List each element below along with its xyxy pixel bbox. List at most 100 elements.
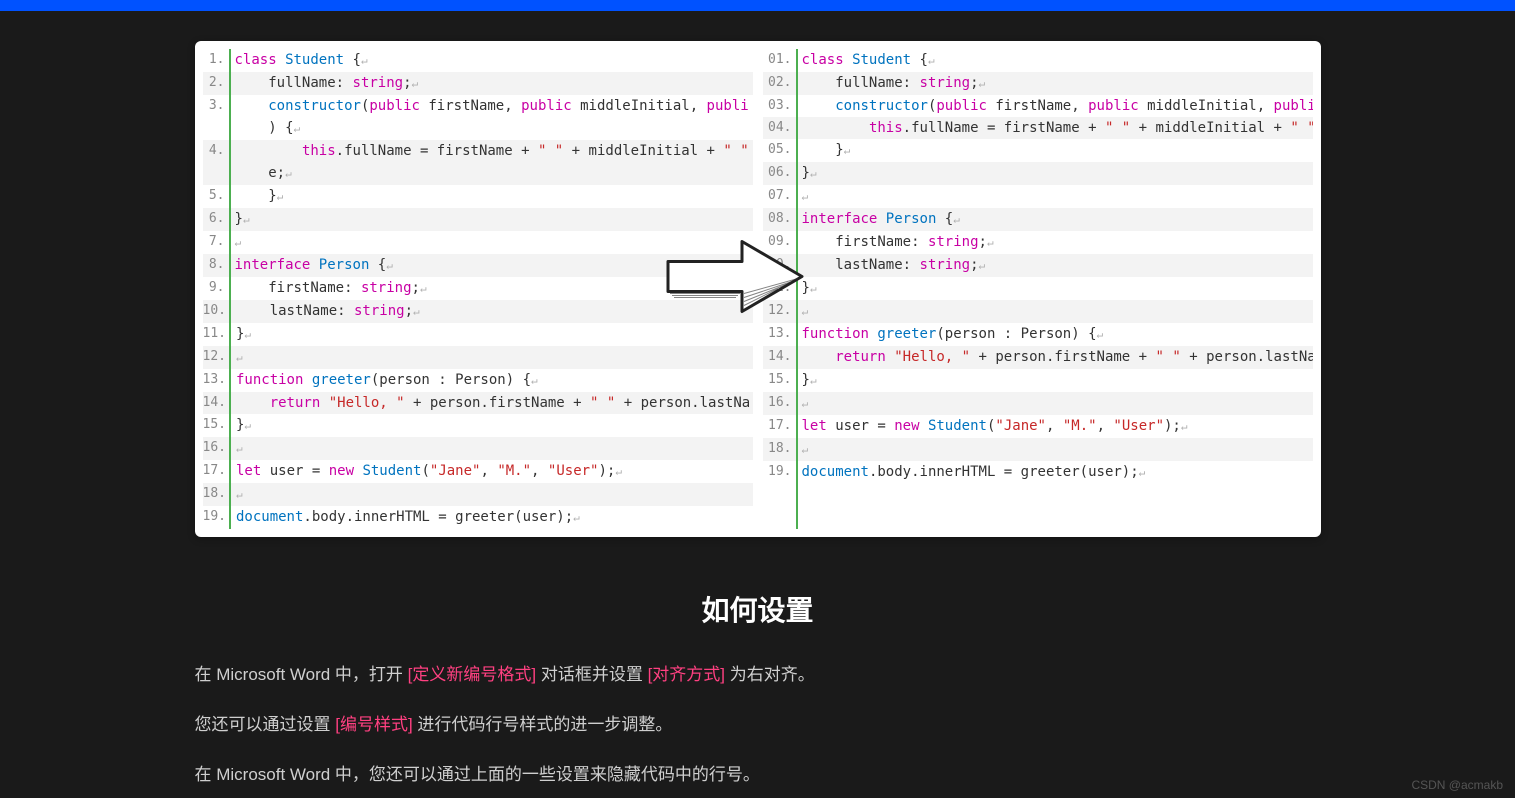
line-number: 02. — [763, 72, 796, 94]
line-number: 16. — [763, 392, 796, 414]
line-number: 8. — [203, 254, 229, 276]
code-line: 2. fullName: string;↵ — [203, 72, 753, 95]
code-line: 11.}↵ — [763, 277, 1313, 300]
line-number: 15. — [203, 414, 230, 436]
line-number: 09. — [763, 231, 796, 253]
code-text: }↵ — [796, 369, 817, 392]
code-line: 9. firstName: string;↵ — [203, 277, 753, 300]
code-text: ↵ — [230, 346, 243, 369]
line-number: 19. — [763, 461, 796, 483]
code-text: function greeter(person : Person) {↵ — [796, 323, 1104, 346]
line-number: 13. — [203, 369, 230, 391]
code-line: 13.function greeter(person : Person) {↵ — [203, 369, 753, 392]
code-text: return "Hello, " + person.firstName + " … — [230, 392, 750, 414]
code-text: e;↵ — [229, 162, 292, 185]
code-line: 17.let user = new Student("Jane", "M.", … — [763, 415, 1313, 438]
code-line: 19.document.body.innerHTML = greeter(use… — [763, 461, 1313, 484]
line-number: 6. — [203, 208, 229, 230]
code-pane-left: 1.class Student {↵2. fullName: string;↵3… — [203, 49, 753, 529]
code-line: 17.let user = new Student("Jane", "M.", … — [203, 460, 753, 483]
code-line: 19.document.body.innerHTML = greeter(use… — [203, 506, 753, 529]
line-number: 08. — [763, 208, 796, 230]
code-text: class Student {↵ — [796, 49, 935, 72]
paragraph-1: 在 Microsoft Word 中，打开 [定义新编号格式] 对话框并设置 [… — [195, 661, 1321, 689]
code-line: 05. }↵ — [763, 139, 1313, 162]
section-heading: 如何设置 — [195, 589, 1321, 629]
code-line: 18.↵ — [203, 483, 753, 506]
code-text: fullName: string;↵ — [229, 72, 419, 95]
line-number: 05. — [763, 139, 796, 161]
code-text: return "Hello, " + person.firstName + " … — [796, 346, 1313, 369]
code-line: 16.↵ — [203, 437, 753, 460]
code-line: 8.interface Person {↵ — [203, 254, 753, 277]
line-number: 13. — [763, 323, 796, 345]
code-line: 03. constructor(public firstName, public… — [763, 95, 1313, 117]
code-line: 7.↵ — [203, 231, 753, 254]
code-line: 12.↵ — [763, 300, 1313, 323]
code-line: 16.↵ — [763, 392, 1313, 415]
code-text: interface Person {↵ — [229, 254, 393, 277]
line-number: 17. — [203, 460, 230, 482]
line-number: 19. — [203, 506, 230, 528]
code-text: fullName: string;↵ — [796, 72, 986, 95]
code-line: 10. lastName: string;↵ — [203, 300, 753, 323]
gutter-line — [229, 49, 231, 529]
code-text: function greeter(person : Person) {↵ — [230, 369, 538, 392]
code-text: }↵ — [229, 208, 250, 231]
code-line: 14. return "Hello, " + person.firstName … — [763, 346, 1313, 369]
code-text: let user = new Student("Jane", "M.", "Us… — [230, 460, 622, 483]
code-text: lastName: string;↵ — [230, 300, 420, 323]
line-number: 11. — [763, 277, 796, 299]
code-text: this.fullName = firstName + " " + middle… — [229, 140, 749, 162]
line-number: 12. — [763, 300, 796, 322]
paragraph-2: 您还可以通过设置 [编号样式] 进行代码行号样式的进一步调整。 — [195, 711, 1321, 739]
code-line: ) {↵ — [203, 117, 753, 140]
line-number: 10. — [763, 254, 796, 276]
code-line: 02. fullName: string;↵ — [763, 72, 1313, 95]
code-line: 10. lastName: string;↵ — [763, 254, 1313, 277]
top-blue-bar — [0, 0, 1515, 11]
code-text: let user = new Student("Jane", "M.", "Us… — [796, 415, 1188, 438]
line-number: 9. — [203, 277, 229, 299]
gutter-line — [796, 49, 798, 529]
code-line: 6.}↵ — [203, 208, 753, 231]
code-text: }↵ — [796, 139, 851, 162]
line-number: 01. — [763, 49, 796, 71]
code-text: }↵ — [230, 323, 251, 346]
line-number: 7. — [203, 231, 229, 253]
line-number: 03. — [763, 95, 796, 117]
line-number: 14. — [763, 346, 796, 368]
code-line: 12.↵ — [203, 346, 753, 369]
code-text: ↵ — [230, 483, 243, 506]
line-number: 16. — [203, 437, 230, 459]
paragraph-3: 在 Microsoft Word 中，您还可以通过上面的一些设置来隐藏代码中的行… — [195, 761, 1321, 789]
code-pane-right: 01.class Student {↵02. fullName: string;… — [763, 49, 1313, 529]
code-text: lastName: string;↵ — [796, 254, 986, 277]
line-number: 18. — [203, 483, 230, 505]
code-line: 06.}↵ — [763, 162, 1313, 185]
watermark: CSDN @acmakb — [1411, 778, 1503, 792]
code-line: 08.interface Person {↵ — [763, 208, 1313, 231]
code-line: 1.class Student {↵ — [203, 49, 753, 72]
code-text: ) {↵ — [229, 117, 301, 140]
line-number: 12. — [203, 346, 230, 368]
code-line: 04. this.fullName = firstName + " " + mi… — [763, 117, 1313, 139]
code-line: 11.}↵ — [203, 323, 753, 346]
code-line: 3. constructor(public firstName, public … — [203, 95, 753, 117]
code-text: class Student {↵ — [229, 49, 368, 72]
code-line: 09. firstName: string;↵ — [763, 231, 1313, 254]
line-number: 10. — [203, 300, 230, 322]
code-text: constructor(public firstName, public mid… — [796, 95, 1313, 117]
code-line: 07.↵ — [763, 185, 1313, 208]
line-number: 06. — [763, 162, 796, 184]
code-line: 01.class Student {↵ — [763, 49, 1313, 72]
line-number: 18. — [763, 438, 796, 460]
code-text: firstName: string;↵ — [229, 277, 427, 300]
line-number: 1. — [203, 49, 229, 71]
line-number: 14. — [203, 392, 230, 414]
code-line: 5. }↵ — [203, 185, 753, 208]
code-text: document.body.innerHTML = greeter(user);… — [230, 506, 580, 529]
code-line: 13.function greeter(person : Person) {↵ — [763, 323, 1313, 346]
code-text: document.body.innerHTML = greeter(user);… — [796, 461, 1146, 484]
code-text: }↵ — [796, 162, 817, 185]
